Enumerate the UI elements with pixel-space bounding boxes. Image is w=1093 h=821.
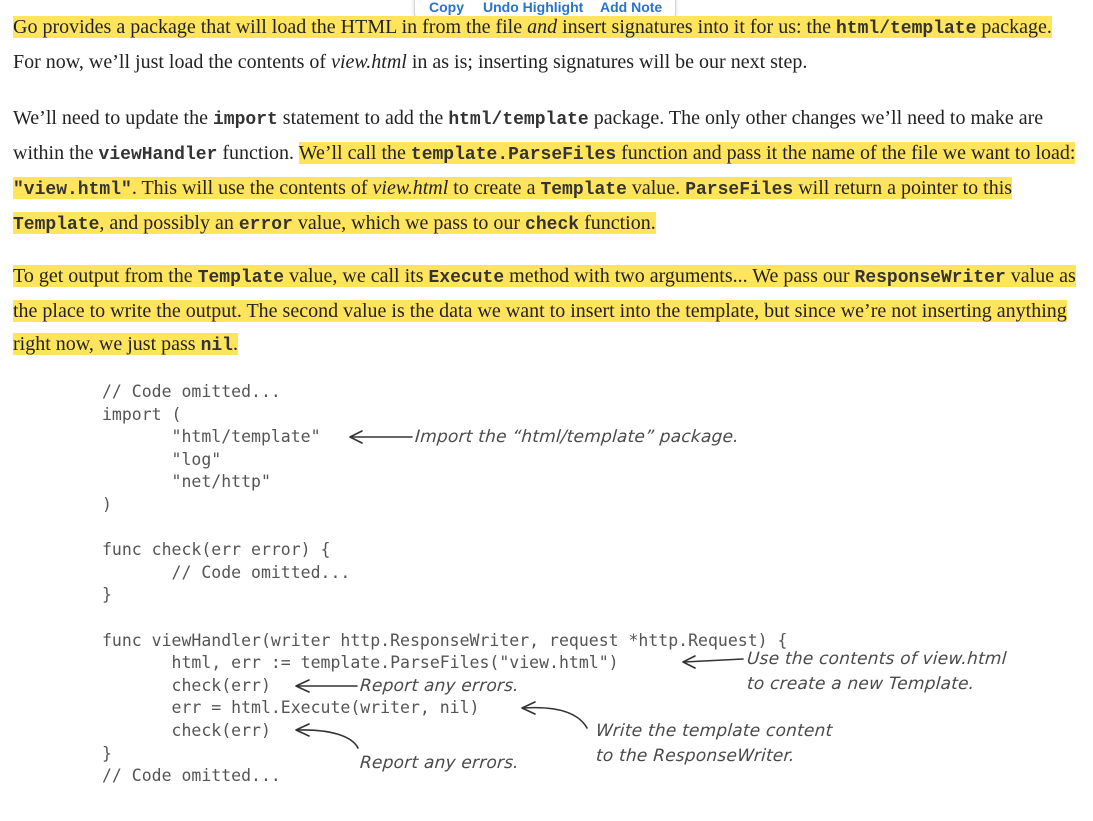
arrow-execute — [522, 706, 588, 729]
annotation-import: Import the “html/template” package. — [414, 427, 740, 447]
annotation-report-2: Report any errors. — [359, 753, 520, 773]
arrow-parsefiles — [683, 658, 744, 663]
annotation-write-1: Write the template content — [595, 721, 834, 741]
annotation-report-1: Report any errors. — [359, 676, 520, 696]
arrow-check-2 — [296, 729, 359, 749]
annotation-parsefiles-1: Use the contents of view.html — [746, 649, 1008, 669]
annotation-arrows — [295, 430, 744, 749]
annotation-write-2: to the ResponseWriter. — [595, 746, 796, 766]
annotation-parsefiles-2: to create a new Template. — [746, 674, 976, 694]
